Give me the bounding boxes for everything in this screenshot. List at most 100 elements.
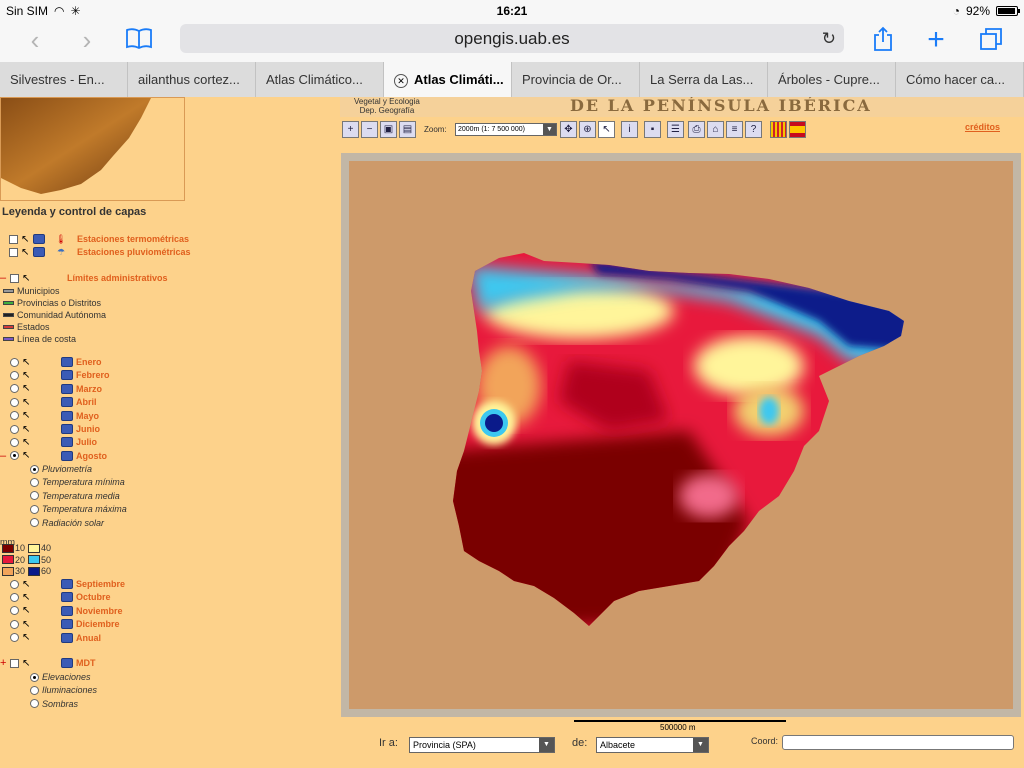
browser-tab[interactable]: Atlas Climático... xyxy=(256,62,384,97)
month-radio[interactable] xyxy=(10,606,19,616)
info-icon[interactable] xyxy=(61,357,73,367)
month-radio[interactable] xyxy=(10,424,19,434)
pointer-icon[interactable]: ↖ xyxy=(22,579,31,590)
of-select[interactable]: Albacete ▼ xyxy=(596,737,709,753)
forward-icon[interactable]: › xyxy=(72,26,102,56)
home-icon[interactable]: ⌂ xyxy=(707,121,724,138)
month-radio[interactable] xyxy=(10,437,19,447)
pointer-icon[interactable]: ↖ xyxy=(22,450,31,461)
variable-radio[interactable] xyxy=(30,504,39,514)
info-icon[interactable] xyxy=(61,437,73,448)
month-label[interactable]: Marzo xyxy=(76,384,102,394)
info-icon[interactable] xyxy=(61,450,73,461)
query-icon[interactable]: ↖ xyxy=(598,121,615,138)
variable-radio[interactable] xyxy=(30,477,39,487)
browser-tab[interactable]: ailanthus cortez... xyxy=(128,62,256,97)
month-label[interactable]: Febrero xyxy=(76,370,110,380)
collapse-icon[interactable]: – xyxy=(0,450,7,462)
month-label[interactable]: Agosto xyxy=(76,451,107,461)
pointer-icon[interactable]: ↖ xyxy=(22,397,31,408)
zoom-out-icon[interactable]: − xyxy=(361,121,378,138)
pointer-icon[interactable]: ↖ xyxy=(22,424,31,435)
camera-icon[interactable]: ▪ xyxy=(644,121,661,138)
pluv-stations-checkbox[interactable] xyxy=(9,247,18,257)
month-radio[interactable] xyxy=(10,357,19,367)
layers-icon[interactable]: ≡ xyxy=(726,121,743,138)
mdt-radio[interactable] xyxy=(30,685,39,695)
browser-tab[interactable]: Provincia de Or... xyxy=(512,62,640,97)
pointer-icon[interactable]: ↖ xyxy=(21,247,30,258)
pointer-icon[interactable]: ↖ xyxy=(22,632,31,643)
browser-tab[interactable]: Cómo hacer ca... xyxy=(896,62,1024,97)
info-icon[interactable] xyxy=(61,658,73,668)
zoom-previous-icon[interactable]: ▤ xyxy=(399,121,416,138)
month-radio[interactable] xyxy=(10,619,19,629)
admin-limits-label[interactable]: Límites administrativos xyxy=(67,273,168,283)
mdt-radio[interactable] xyxy=(30,699,39,709)
table-icon[interactable]: ☰ xyxy=(667,121,684,138)
pointer-icon[interactable]: ↖ xyxy=(22,658,31,669)
pointer-icon[interactable]: ↖ xyxy=(22,273,31,284)
month-label[interactable]: Septiembre xyxy=(76,579,125,589)
zoom-extent-icon[interactable]: ▣ xyxy=(380,121,397,138)
info-icon[interactable] xyxy=(61,383,73,394)
variable-radio[interactable] xyxy=(30,464,39,474)
info-tool-icon[interactable]: i xyxy=(621,121,638,138)
map-view[interactable] xyxy=(349,161,1013,709)
month-label[interactable]: Noviembre xyxy=(76,606,123,616)
info-icon[interactable] xyxy=(61,619,73,630)
month-radio[interactable] xyxy=(10,579,19,589)
mdt-checkbox[interactable] xyxy=(10,658,19,668)
temp-stations-label[interactable]: Estaciones termométricas xyxy=(77,234,189,244)
precipitation-map[interactable] xyxy=(349,161,1013,709)
month-label[interactable]: Anual xyxy=(76,633,101,643)
month-radio[interactable] xyxy=(10,592,19,602)
variable-radio[interactable] xyxy=(30,491,39,501)
month-label[interactable]: Octubre xyxy=(76,592,111,602)
month-radio[interactable] xyxy=(10,384,19,394)
month-radio[interactable] xyxy=(10,633,19,643)
info-icon[interactable] xyxy=(61,397,73,408)
month-radio[interactable] xyxy=(10,411,19,421)
pointer-icon[interactable]: ↖ xyxy=(22,410,31,421)
spanish-flag-icon[interactable] xyxy=(789,121,806,138)
pointer-icon[interactable]: ↖ xyxy=(21,234,30,245)
overview-map[interactable] xyxy=(0,97,185,201)
month-label[interactable]: Junio xyxy=(76,424,100,434)
share-icon[interactable] xyxy=(868,26,898,56)
reload-icon[interactable]: ↻ xyxy=(822,24,836,53)
month-radio[interactable] xyxy=(10,370,19,380)
info-icon[interactable] xyxy=(61,579,73,589)
browser-tab[interactable]: Silvestres - En... xyxy=(0,62,128,97)
pointer-icon[interactable]: ↖ xyxy=(22,605,31,616)
info-icon[interactable] xyxy=(61,370,73,381)
credits-link[interactable]: créditos xyxy=(965,122,1000,132)
info-icon[interactable] xyxy=(61,592,73,603)
info-icon[interactable] xyxy=(61,424,73,434)
month-label[interactable]: Mayo xyxy=(76,411,99,421)
zoom-in-icon[interactable]: + xyxy=(342,121,359,138)
info-icon[interactable] xyxy=(33,234,45,244)
zoom-select[interactable]: 2000m (1: 7 500 000) ▼ xyxy=(455,123,557,136)
coord-input[interactable] xyxy=(782,735,1014,750)
info-icon[interactable] xyxy=(61,632,73,643)
mdt-label[interactable]: MDT xyxy=(76,658,96,668)
pointer-icon[interactable]: ↖ xyxy=(22,592,31,603)
month-label[interactable]: Diciembre xyxy=(76,619,120,629)
pan-icon[interactable]: ✥ xyxy=(560,121,577,138)
close-tab-icon[interactable]: ✕ xyxy=(394,73,408,88)
pointer-icon[interactable]: ↖ xyxy=(22,619,31,630)
tabs-overview-icon[interactable] xyxy=(976,26,1006,56)
month-label[interactable]: Enero xyxy=(76,357,102,367)
info-icon[interactable] xyxy=(33,247,45,257)
pointer-icon[interactable]: ↖ xyxy=(22,370,31,381)
catalan-flag-icon[interactable] xyxy=(770,121,787,138)
bookmarks-icon[interactable] xyxy=(124,26,154,56)
browser-tab[interactable]: ✕ Atlas Climáti... xyxy=(384,62,512,97)
mdt-radio[interactable] xyxy=(30,672,39,682)
variable-radio[interactable] xyxy=(30,518,39,528)
expand-icon[interactable]: + xyxy=(0,657,7,669)
new-tab-icon[interactable]: + xyxy=(921,25,951,56)
pointer-icon[interactable]: ↖ xyxy=(22,437,31,448)
admin-limits-checkbox[interactable] xyxy=(10,273,19,283)
